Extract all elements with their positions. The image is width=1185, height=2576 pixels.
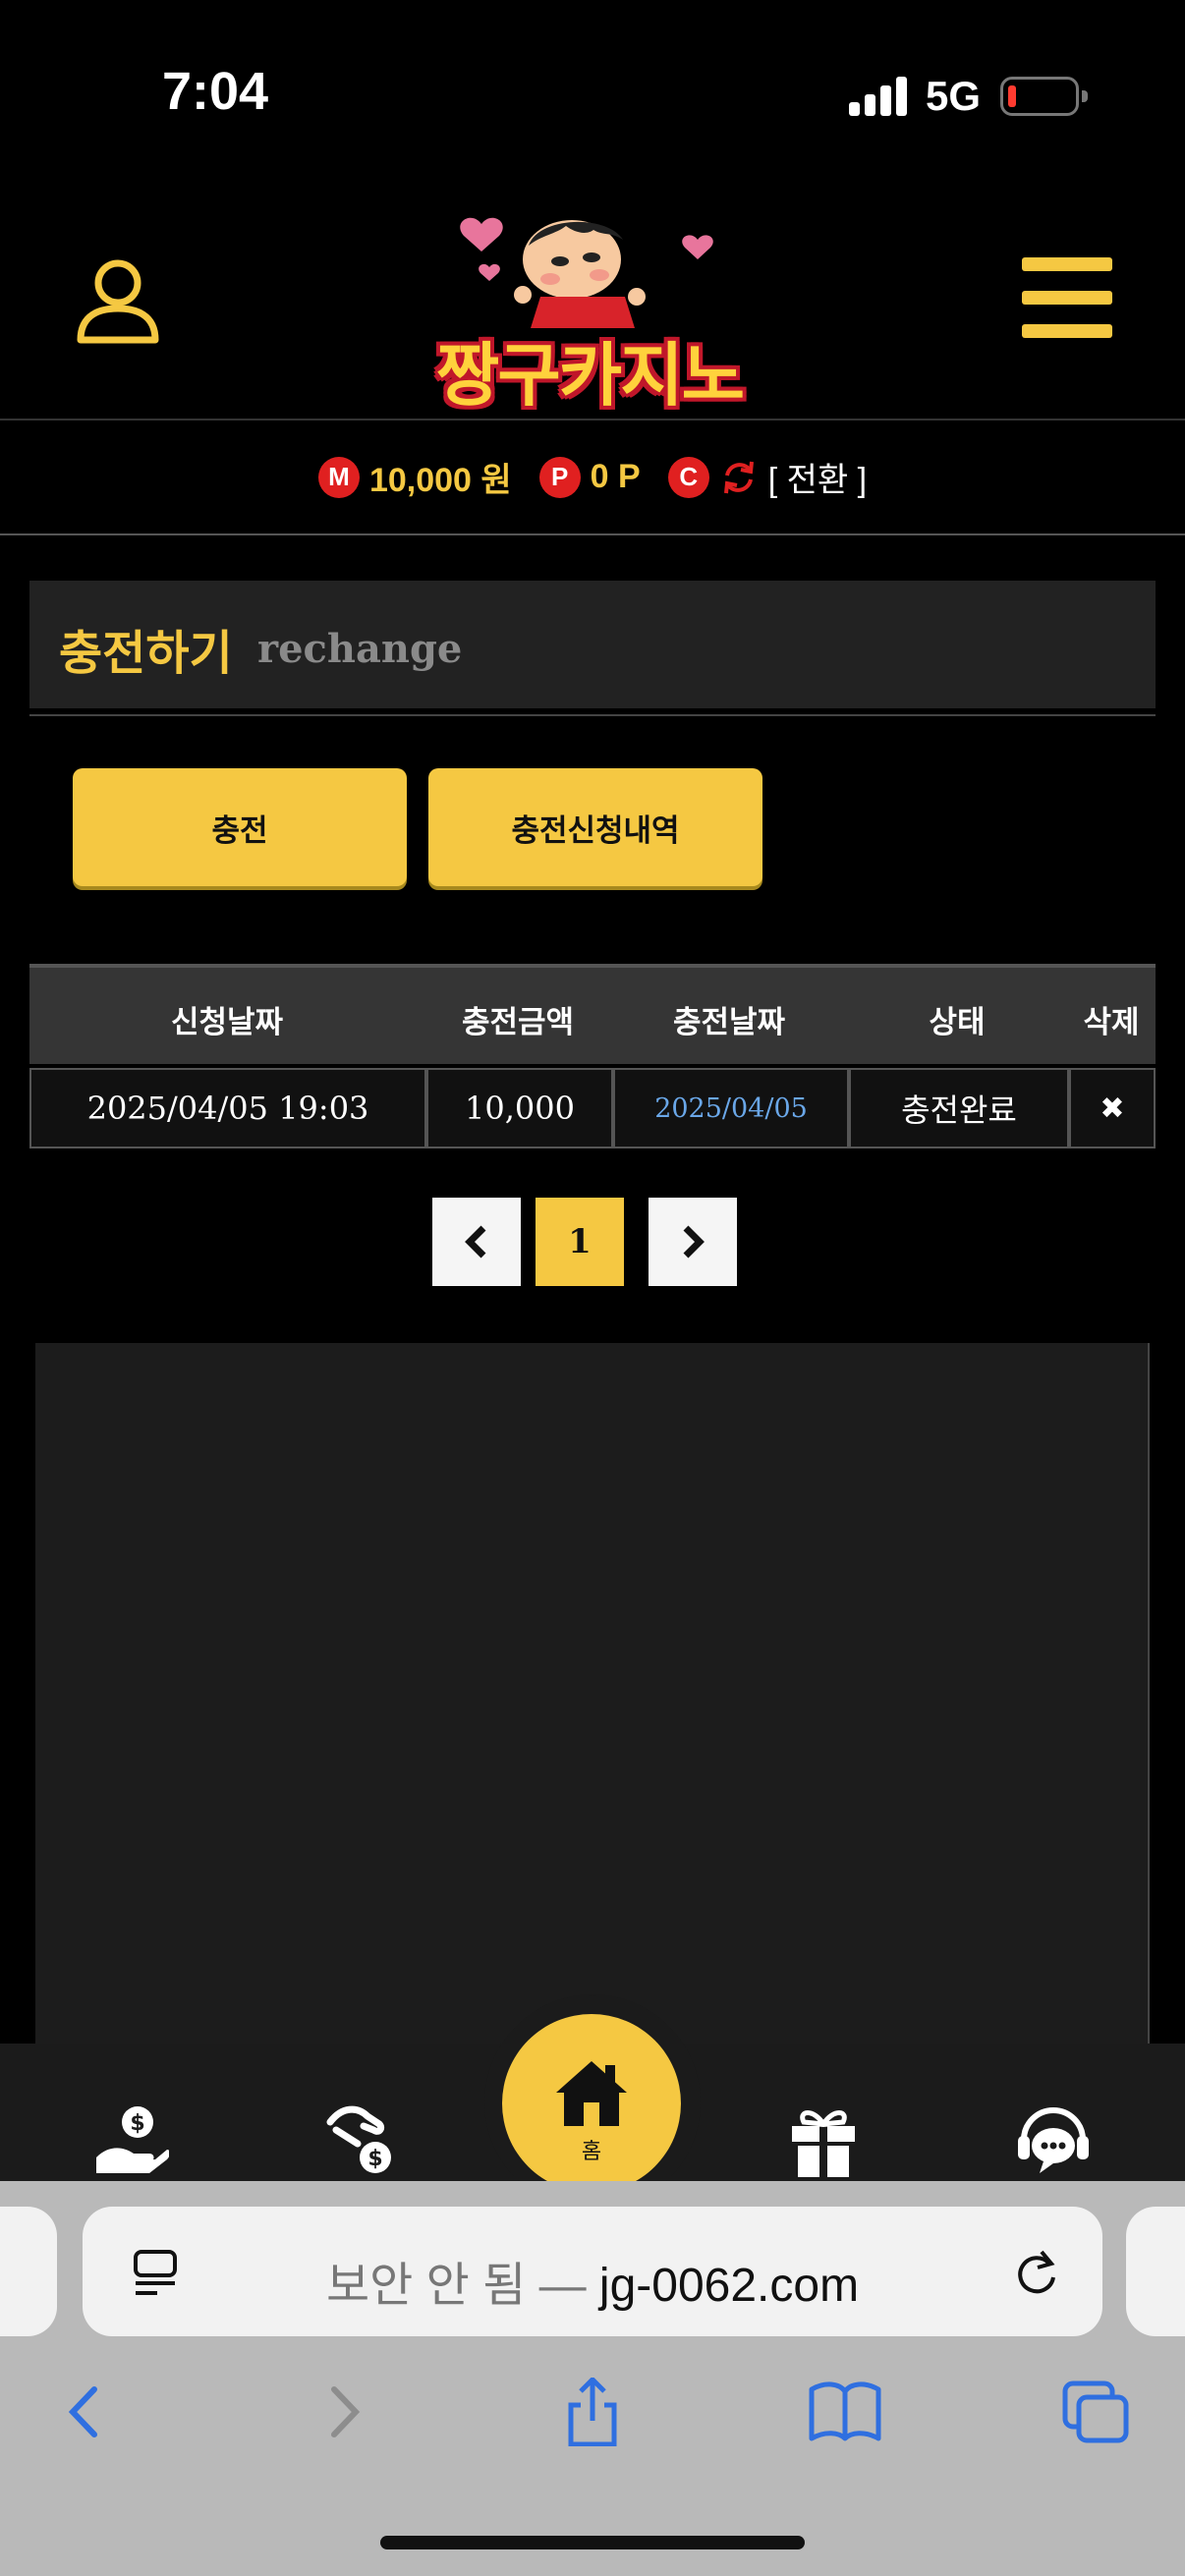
cell-amount: 10,000 [426,1068,613,1148]
prev-page-button[interactable] [432,1198,521,1286]
url-security-note: 보안 안 됨 — [325,2260,599,2312]
next-page-button[interactable] [649,1198,737,1286]
withdraw-icon[interactable]: $ [324,2100,403,2179]
reload-icon[interactable] [1012,2248,1061,2297]
user-icon[interactable] [71,253,165,348]
header-charge-date: 충전날짜 [672,1005,786,1040]
hamburger-menu-icon[interactable] [1022,257,1112,338]
signal-icon [849,77,908,116]
content-panel [35,1343,1150,2050]
cell-status: 충전완료 [849,1068,1069,1148]
charge-button[interactable]: 충전 [73,768,407,886]
svg-text:$: $ [130,2111,144,2136]
switch-link[interactable]: [ 전환 ] [768,453,867,501]
delete-icon[interactable]: ✖ [1069,1068,1156,1148]
cell-charge-date[interactable]: 2025/04/05 [613,1068,849,1148]
section-header: 충전하기 rechange [29,581,1156,708]
site-header: 짱구카지노 [0,187,1185,419]
logo-text: 짱구카지노 [436,335,745,416]
share-icon[interactable] [553,2378,632,2446]
home-icon [556,2061,627,2126]
page-1-button[interactable]: 1 [536,1198,624,1286]
coin-badge-icon: C [667,456,709,498]
chevron-left-icon [465,1225,486,1259]
svg-text:$: $ [367,2147,382,2171]
forward-icon[interactable] [303,2378,381,2446]
section-divider [29,714,1156,716]
cell-request-date: 2025/04/05 19:03 [29,1068,426,1148]
next-tab-preview[interactable] [1126,2207,1185,2336]
refresh-icon[interactable] [719,458,759,497]
support-chat-icon[interactable] [1014,2100,1093,2179]
url-display: 보안 안 됨 — jg-0062.com [83,2246,1102,2315]
header-delete: 삭제 [1083,1005,1140,1040]
status-bar: 7:04 5G [0,0,1185,187]
balance-bar: M 10,000 원 P 0 P C [ 전환 ] [0,420,1185,533]
bookmarks-icon[interactable] [806,2378,884,2446]
money-badge-icon: M [317,456,360,498]
header-amount: 충전금액 [461,1005,575,1040]
home-button[interactable]: 홈 [502,2014,681,2193]
deposit-icon[interactable]: $ [90,2100,169,2179]
point-balance: 0 P [590,458,641,495]
prev-tab-preview[interactable] [0,2207,57,2336]
table-header: 신청날짜 충전금액 충전날짜 상태 삭제 [29,964,1156,1064]
network-label: 5G [926,73,982,119]
point-badge-icon: P [538,456,581,498]
url-domain: jg-0062.com [598,2260,860,2312]
chevron-right-icon [683,1225,705,1259]
table-row: 2025/04/05 19:03 10,000 2025/04/05 충전완료 … [29,1068,1156,1148]
money-balance: 10,000 원 [368,462,512,499]
header-status: 상태 [929,1005,986,1040]
status-time: 7:04 [162,62,269,121]
header-request-date: 신청날짜 [170,1005,284,1040]
charge-history-button[interactable]: 충전신청내역 [428,768,762,886]
site-logo[interactable]: 짱구카지노 [403,200,776,416]
address-bar[interactable]: 보안 안 됨 — jg-0062.com [83,2207,1102,2336]
back-icon[interactable] [47,2378,126,2446]
balance-divider [0,533,1185,535]
home-indicator [380,2536,805,2549]
page-title: 충전하기 [59,626,233,681]
tabs-icon[interactable] [1057,2378,1136,2446]
home-label: 홈 [581,2140,602,2164]
gift-icon[interactable] [784,2100,863,2179]
battery-icon [1000,77,1088,116]
page-subtitle: rechange [257,626,463,672]
